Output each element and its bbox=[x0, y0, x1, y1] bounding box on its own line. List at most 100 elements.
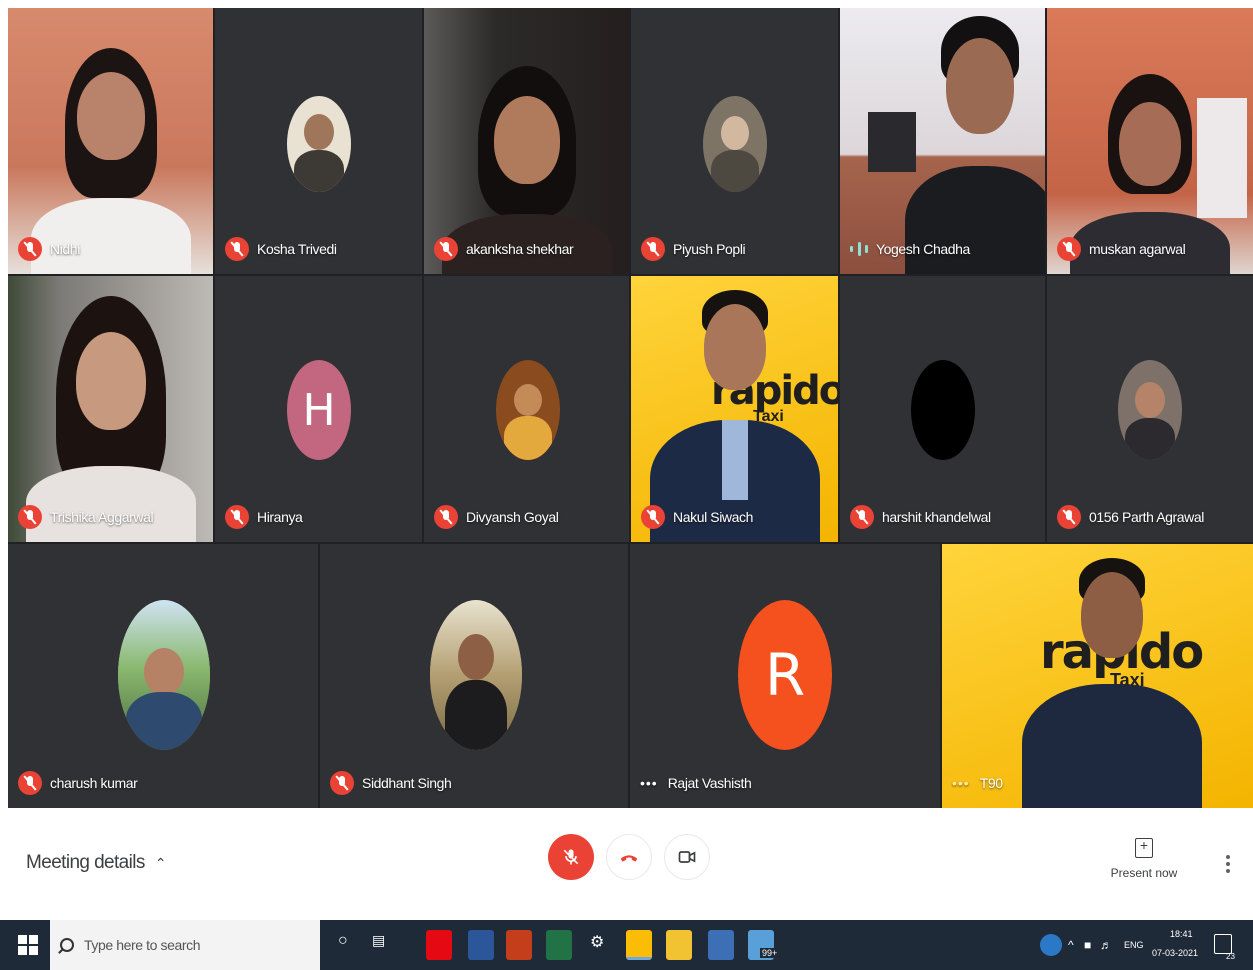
tile-rajat-vashisth[interactable]: R ••• Rajat Vashisth bbox=[630, 544, 940, 808]
tile-nidhi[interactable]: Nidhi bbox=[8, 8, 213, 274]
video-feed: rapido Taxi bbox=[631, 276, 838, 542]
tile-yogesh-chadha[interactable]: Yogesh Chadha bbox=[840, 8, 1045, 274]
participant-label: Divyansh Goyal bbox=[434, 504, 559, 530]
participant-label: Nakul Siwach bbox=[641, 504, 753, 530]
participant-name: Hiranya bbox=[257, 509, 303, 525]
avatar-letter: R bbox=[764, 641, 806, 709]
participant-label: Kosha Trivedi bbox=[225, 236, 337, 262]
avatar bbox=[118, 600, 210, 750]
meeting-details-label: Meeting details bbox=[26, 852, 145, 873]
mic-off-icon bbox=[18, 505, 42, 529]
file-explorer-icon[interactable] bbox=[666, 930, 692, 960]
hang-up-icon bbox=[620, 855, 638, 862]
powerpoint-app-icon[interactable] bbox=[506, 930, 532, 960]
participant-name: Rajat Vashisth bbox=[667, 775, 752, 791]
chevron-up-tray-icon[interactable]: ^ bbox=[1068, 938, 1074, 952]
notification-count: 23 bbox=[1226, 952, 1235, 961]
participant-grid: Nidhi Kosha Trivedi akanksha shekhar Piy… bbox=[8, 8, 1253, 808]
tile-muskan-agarwal[interactable]: muskan agarwal bbox=[1047, 8, 1253, 274]
avatar-letter: H bbox=[302, 384, 336, 436]
present-icon bbox=[1135, 837, 1153, 858]
network-icon[interactable]: ■ bbox=[1084, 938, 1091, 952]
clock-time[interactable]: 18:41 bbox=[1170, 929, 1193, 939]
tile-harshit-khandelwal[interactable]: harshit khandelwal bbox=[840, 276, 1045, 542]
mic-toggle-button[interactable] bbox=[548, 834, 594, 880]
tile-t90[interactable]: rapido Taxi ••• T90 bbox=[942, 544, 1253, 808]
task-view-icon[interactable]: ▤ bbox=[372, 932, 385, 949]
participant-label: Yogesh Chadha bbox=[850, 236, 970, 262]
clock-date[interactable]: 07-03-2021 bbox=[1152, 948, 1198, 958]
tile-piyush-popli[interactable]: Piyush Popli bbox=[631, 8, 838, 274]
meeting-controls: Meeting details ⌃ Present now bbox=[0, 808, 1253, 920]
speaking-icon bbox=[850, 240, 868, 258]
tile-akanksha-shekhar[interactable]: akanksha shekhar bbox=[424, 8, 629, 274]
search-placeholder: Type here to search bbox=[84, 937, 201, 953]
present-label: Present now bbox=[1110, 866, 1178, 880]
tile-nakul-siwach[interactable]: rapido Taxi Nakul Siwach bbox=[631, 276, 838, 542]
mic-off-icon bbox=[641, 505, 665, 529]
participant-name: akanksha shekhar bbox=[466, 241, 574, 257]
mic-off-icon bbox=[641, 237, 665, 261]
settings-icon[interactable]: ⚙ bbox=[590, 932, 604, 952]
avatar bbox=[496, 360, 560, 460]
netflix-app-icon[interactable] bbox=[426, 930, 452, 960]
mic-off-icon bbox=[563, 849, 579, 865]
mic-off-icon bbox=[1057, 237, 1081, 261]
mic-off-icon bbox=[330, 771, 354, 795]
tile-charush-kumar[interactable]: charush kumar bbox=[8, 544, 318, 808]
tile-kosha-trivedi[interactable]: Kosha Trivedi bbox=[215, 8, 422, 274]
participant-label: Siddhant Singh bbox=[330, 770, 452, 796]
participant-name: Nidhi bbox=[50, 241, 80, 257]
chrome-app-icon[interactable] bbox=[626, 930, 652, 960]
participant-name: T90 bbox=[979, 775, 1003, 791]
tile-hiranya[interactable]: H Hiranya bbox=[215, 276, 422, 542]
more-options-button[interactable] bbox=[1220, 852, 1236, 880]
mic-off-icon bbox=[225, 237, 249, 261]
chevron-up-icon: ⌃ bbox=[154, 854, 167, 871]
video-feed bbox=[1047, 8, 1253, 274]
cortana-icon[interactable]: ○ bbox=[338, 932, 348, 950]
taskbar-search-box[interactable]: Type here to search bbox=[50, 920, 320, 970]
tile-siddhant-singh[interactable]: Siddhant Singh bbox=[320, 544, 628, 808]
mic-off-icon bbox=[18, 237, 42, 261]
tile-divyansh-goyal[interactable]: Divyansh Goyal bbox=[424, 276, 629, 542]
present-now-button[interactable]: Present now bbox=[1104, 837, 1184, 880]
participant-name: Yogesh Chadha bbox=[876, 241, 970, 257]
mic-off-icon bbox=[434, 237, 458, 261]
participant-label: 0156 Parth Agrawal bbox=[1057, 504, 1204, 530]
leave-call-button[interactable] bbox=[606, 834, 652, 880]
tile-parth-agrawal[interactable]: 0156 Parth Agrawal bbox=[1047, 276, 1253, 542]
participant-name: Siddhant Singh bbox=[362, 775, 452, 791]
meeting-details-button[interactable]: Meeting details ⌃ bbox=[26, 852, 167, 874]
participant-name: harshit khandelwal bbox=[882, 509, 991, 525]
participant-label: muskan agarwal bbox=[1057, 236, 1186, 262]
user-tray-icon[interactable] bbox=[1040, 934, 1062, 956]
windows-start-icon[interactable] bbox=[18, 935, 38, 955]
tile-trishika-aggarwal[interactable]: Trishika Aggarwal bbox=[8, 276, 213, 542]
participant-label: Piyush Popli bbox=[641, 236, 746, 262]
more-vert-icon bbox=[1226, 855, 1230, 859]
camera-toggle-button[interactable] bbox=[664, 834, 710, 880]
participant-label: charush kumar bbox=[18, 770, 138, 796]
participant-name: Piyush Popli bbox=[673, 241, 746, 257]
word-app-icon[interactable] bbox=[468, 930, 494, 960]
avatar bbox=[430, 600, 522, 750]
participant-label: Hiranya bbox=[225, 504, 303, 530]
video-feed bbox=[8, 8, 213, 274]
participant-label: Nidhi bbox=[18, 236, 80, 262]
participant-name: Trishika Aggarwal bbox=[50, 509, 154, 525]
calendar-badge: 99+ bbox=[760, 948, 780, 958]
search-icon bbox=[60, 938, 74, 952]
participant-name: 0156 Parth Agrawal bbox=[1089, 509, 1204, 525]
notifications-icon[interactable] bbox=[1214, 934, 1232, 954]
language-indicator[interactable]: ENG bbox=[1124, 940, 1144, 950]
mic-off-icon bbox=[434, 505, 458, 529]
avatar bbox=[1118, 360, 1182, 460]
participant-name: Nakul Siwach bbox=[673, 509, 754, 525]
excel-app-icon[interactable] bbox=[546, 930, 572, 960]
participant-name: Kosha Trivedi bbox=[257, 241, 337, 257]
video-feed: rapido Taxi bbox=[942, 544, 1253, 808]
volume-icon[interactable]: ♬ bbox=[1100, 938, 1112, 952]
teams-app-icon[interactable] bbox=[708, 930, 734, 960]
participant-name: charush kumar bbox=[50, 775, 138, 791]
